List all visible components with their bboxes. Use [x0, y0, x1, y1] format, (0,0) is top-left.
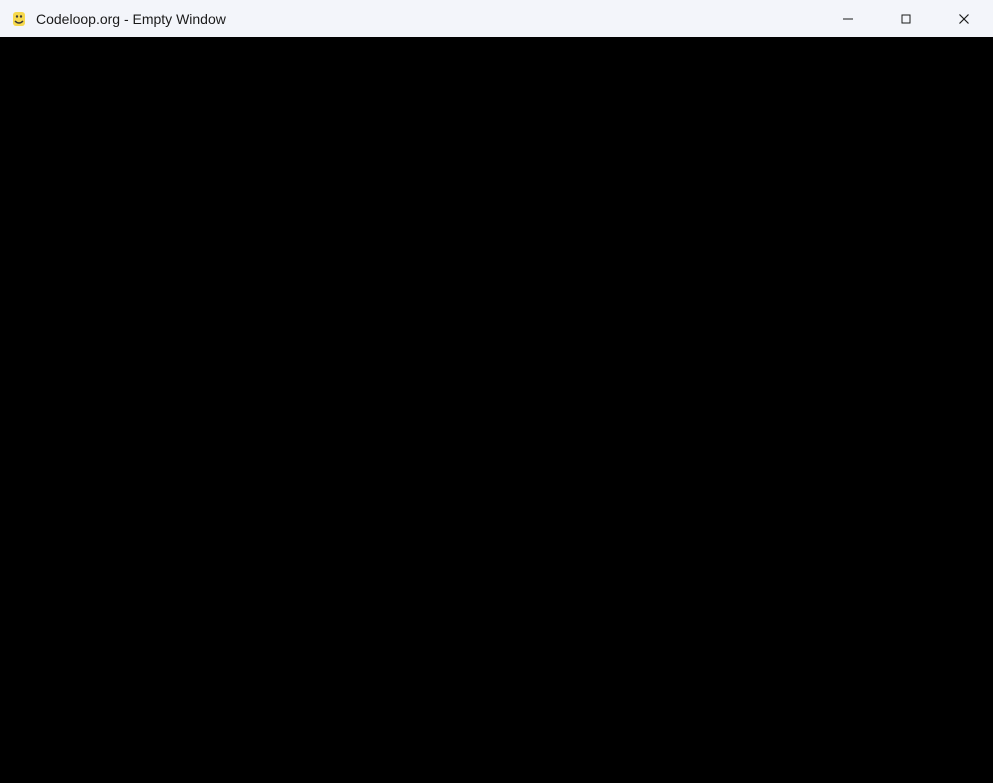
close-button[interactable]	[935, 0, 993, 37]
content-area	[0, 37, 993, 783]
python-icon	[10, 10, 28, 28]
titlebar[interactable]: Codeloop.org - Empty Window	[0, 0, 993, 37]
titlebar-left: Codeloop.org - Empty Window	[10, 10, 226, 28]
window-controls	[819, 0, 993, 37]
maximize-button[interactable]	[877, 0, 935, 37]
window-title: Codeloop.org - Empty Window	[36, 11, 226, 27]
minimize-button[interactable]	[819, 0, 877, 37]
application-window: Codeloop.org - Empty Window	[0, 0, 993, 783]
